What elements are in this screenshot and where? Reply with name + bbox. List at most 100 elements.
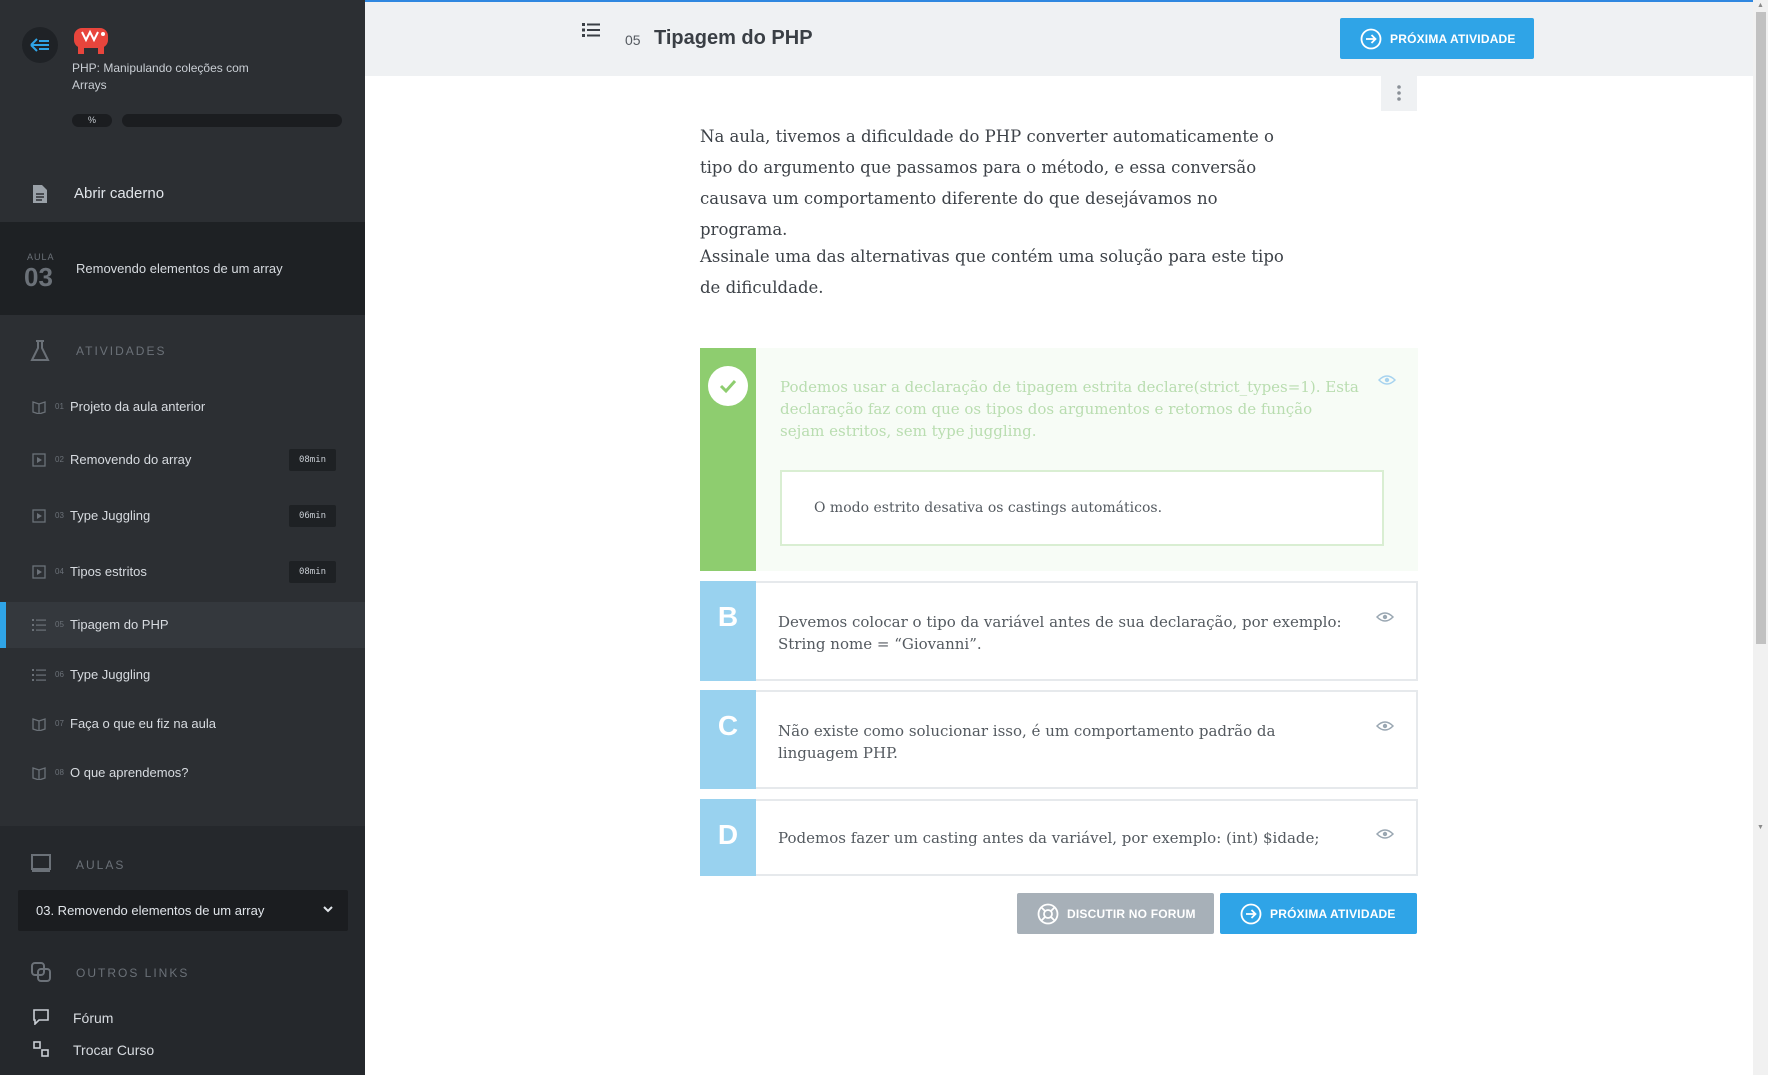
course-title: PHP: Manipulando coleções com Arrays [72,61,249,92]
activities-header-label: ATIVIDADES [76,344,167,358]
next-activity-button-top[interactable]: PRÓXIMA ATIVIDADE [1340,18,1534,59]
list-icon[interactable] [582,22,600,38]
switch-icon [33,1041,49,1057]
scroll-up-icon[interactable]: ▲ [1757,2,1764,9]
activity-label: Tipos estritos [70,564,147,579]
activity-label: Projeto da aula anterior [70,399,206,414]
flask-icon [30,340,50,361]
activity-duration: 06min [289,505,336,527]
current-lesson: AULA 03 Removendo elementos de um array [0,222,365,315]
page-scrollbar[interactable]: ▲ ▼ [1753,0,1768,1075]
next-activity-button-bottom[interactable]: PRÓXIMA ATIVIDADE [1220,893,1417,934]
aulas-header: AULAS [0,850,365,880]
activity-label: O que aprendemos? [70,765,189,780]
progress-bar [122,114,342,127]
activity-duration: 08min [289,561,336,583]
activity-item-01[interactable]: 01 Projeto da aula anterior [0,384,365,430]
video-icon [32,565,46,584]
activity-item-08[interactable]: 08 O que aprendemos? [0,750,365,796]
activity-number: 06 [55,670,64,679]
book-icon [32,766,46,785]
alternative-a-explanation: O modo estrito desativa os castings auto… [780,470,1384,546]
activity-number: 08 [55,768,64,777]
alternative-d-letter: D [700,799,756,876]
activity-number: 03 [55,511,64,520]
list-icon [32,668,46,687]
alternative-a-text: Podemos usar a declaração de tipagem est… [780,378,1359,440]
alternative-b[interactable]: B Devemos colocar o tipo da variável ant… [700,581,1418,681]
check-icon [708,366,748,406]
open-notebook-label: Abrir caderno [74,185,165,202]
alternative-b-letter: B [700,581,756,681]
video-icon [32,453,46,472]
forum-link[interactable]: Fórum [0,1004,365,1032]
page-title: Tipagem do PHP [654,27,813,49]
other-links-header: OUTROS LINKS [0,958,365,988]
eye-icon[interactable] [1376,611,1394,623]
correct-indicator [700,348,756,571]
eye-icon[interactable] [1378,374,1396,386]
alternative-b-text: Devemos colocar o tipo da variável antes… [778,613,1342,653]
activity-item-06[interactable]: 06 Type Juggling [0,652,365,698]
book-icon [31,854,51,872]
lesson-label: AULA [27,252,55,262]
alternative-a[interactable]: Podemos usar a declaração de tipagem est… [700,348,1418,571]
activity-label: Type Juggling [70,508,151,523]
lesson-number: 03 [24,262,53,292]
scrollbar-thumb[interactable] [1756,12,1766,644]
other-links-label: OUTROS LINKS [76,966,190,980]
back-button[interactable] [22,27,58,63]
document-icon [33,185,47,203]
alternative-c[interactable]: C Não existe como solucionar isso, é um … [700,690,1418,789]
chat-icon [33,1009,49,1025]
alternative-c-text: Não existe como solucionar isso, é um co… [778,722,1276,762]
more-options-button[interactable] [1381,76,1417,111]
sidebar: PHP: Manipulando coleções com Arrays % A… [0,0,365,1075]
forum-discuss-label: DISCUTIR NO FORUM [1067,907,1196,921]
activity-item-02[interactable]: 02 Removendo do array 08min [0,437,365,483]
question-paragraph: Na aula, tivemos a dificuldade do PHP co… [700,127,1274,239]
video-icon [32,509,46,528]
activity-label: Removendo do array [70,452,192,467]
arrow-right-circle-icon [1240,903,1262,925]
book-icon [32,717,46,736]
book-icon [32,400,46,419]
progress-percent: % [72,114,112,127]
eye-icon[interactable] [1376,720,1394,732]
activity-number: 05 [625,32,641,48]
alternative-d[interactable]: D Podemos fazer um casting antes da vari… [700,799,1418,876]
lifebuoy-icon [1037,903,1059,925]
php-elephant-logo [74,28,108,54]
aulas-header-label: AULAS [76,858,126,872]
alternative-d-text: Podemos fazer um casting antes da variáv… [778,829,1320,847]
activity-duration: 08min [289,449,336,471]
activity-item-05[interactable]: 05 Tipagem do PHP [0,602,365,648]
link-icon [31,962,51,982]
open-notebook-link[interactable]: Abrir caderno [0,172,365,216]
activity-label: Faça o que eu fiz na aula [70,716,216,731]
activity-header: 05 Tipagem do PHP PRÓXIMA ATIVIDADE [365,2,1753,76]
lesson-select[interactable]: 03. Removendo elementos de um array [18,890,348,931]
arrow-right-circle-icon [1360,28,1382,50]
activities-header: ATIVIDADES [0,336,365,366]
question-instruction: Assinale uma das alternativas que contém… [700,247,1284,297]
eye-icon[interactable] [1376,828,1394,840]
change-course-link[interactable]: Trocar Curso [0,1036,365,1064]
activity-number: 02 [55,455,64,464]
explanation-text: O modo estrito desativa os castings auto… [814,500,1163,516]
activity-number: 05 [55,620,64,629]
lesson-select-value: 03. Removendo elementos de um array [36,903,265,918]
sidebar-header: PHP: Manipulando coleções com Arrays % [0,0,365,150]
activity-label: Type Juggling [70,667,151,682]
forum-discuss-button[interactable]: DISCUTIR NO FORUM [1017,893,1214,934]
forum-link-label: Fórum [73,1010,114,1026]
activity-item-03[interactable]: 03 Type Juggling 06min [0,493,365,539]
activity-number: 01 [55,402,64,411]
activity-item-07[interactable]: 07 Faça o que eu fiz na aula [0,701,365,747]
activity-number: 04 [55,567,64,576]
activity-item-04[interactable]: 04 Tipos estritos 08min [0,549,365,595]
arrow-left-icon [30,38,49,52]
scroll-down-icon[interactable]: ▼ [1757,824,1764,831]
list-icon [32,618,46,637]
chevron-down-icon [323,906,333,913]
